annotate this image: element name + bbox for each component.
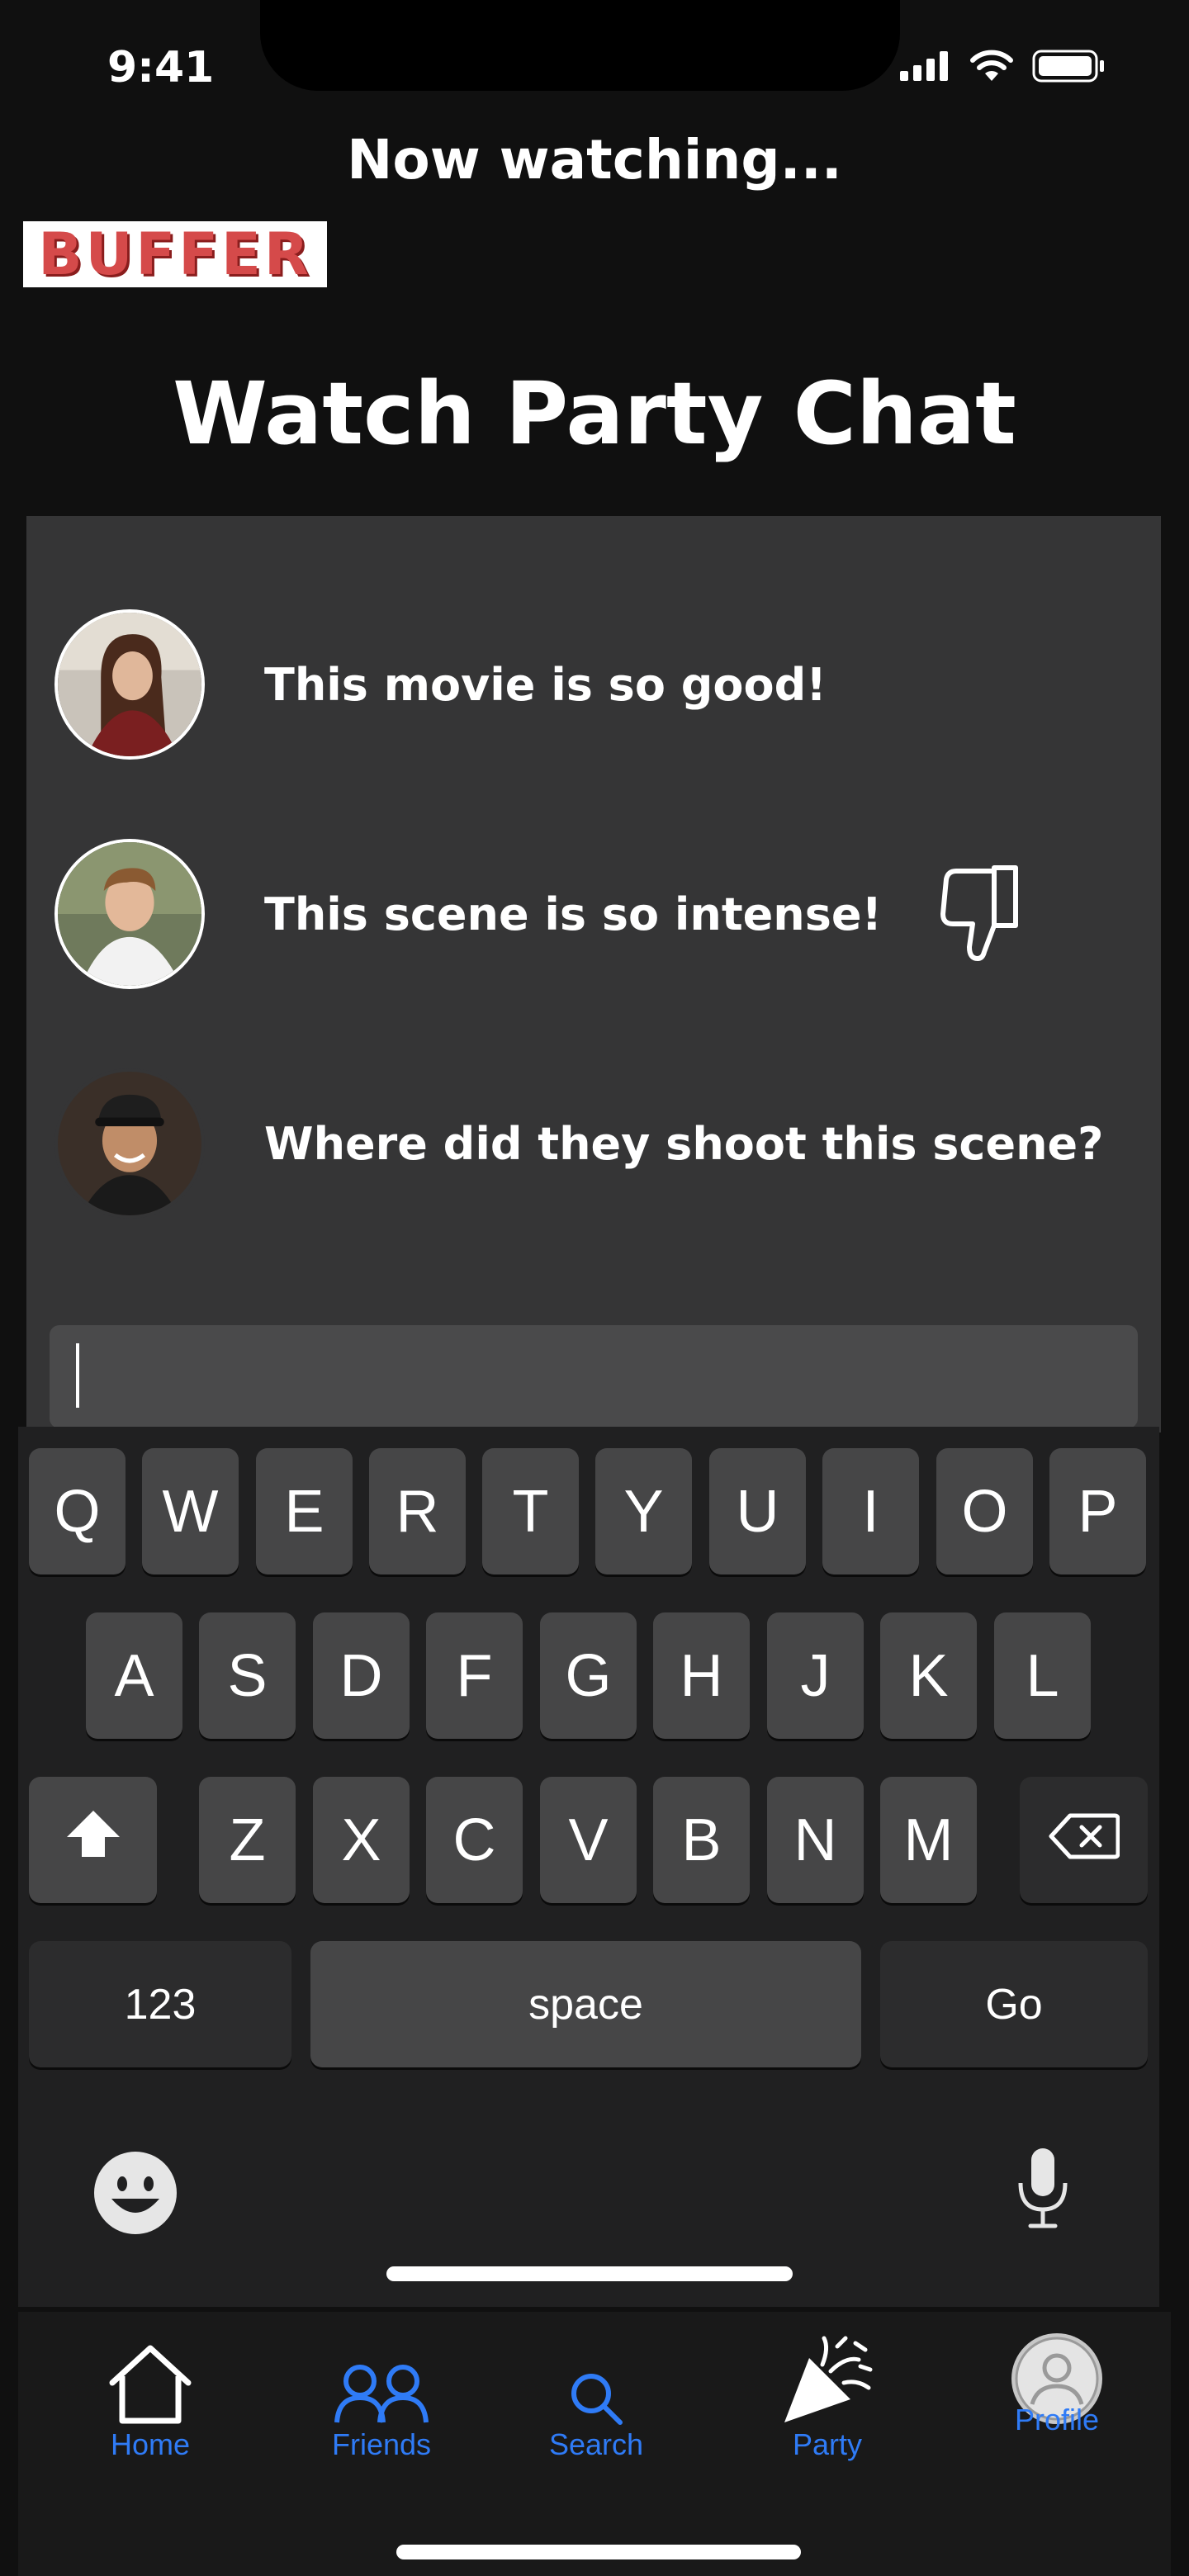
battery-icon bbox=[1032, 50, 1106, 86]
key-c[interactable]: C bbox=[426, 1777, 523, 1903]
key-n[interactable]: N bbox=[767, 1777, 864, 1903]
key-k[interactable]: K bbox=[880, 1612, 977, 1739]
key-t[interactable]: T bbox=[482, 1448, 579, 1574]
movie-logo[interactable]: BUFFER bbox=[23, 220, 327, 288]
key-r[interactable]: R bbox=[369, 1448, 466, 1574]
key-p[interactable]: P bbox=[1049, 1448, 1146, 1574]
key-q[interactable]: Q bbox=[29, 1448, 126, 1574]
page-title: Watch Party Chat bbox=[173, 363, 1016, 464]
chat-message: This movie is so good! bbox=[54, 609, 827, 760]
key-v[interactable]: V bbox=[540, 1777, 637, 1903]
search-icon bbox=[569, 2327, 623, 2426]
key-x[interactable]: X bbox=[313, 1777, 410, 1903]
numbers-key[interactable]: 123 bbox=[29, 1941, 291, 2067]
message-input[interactable] bbox=[50, 1325, 1138, 1428]
tab-label: Party bbox=[792, 2427, 863, 2461]
now-watching-label: Now watching... bbox=[347, 128, 842, 192]
key-f[interactable]: F bbox=[426, 1612, 523, 1739]
device-notch bbox=[260, 0, 900, 91]
key-d[interactable]: D bbox=[313, 1612, 410, 1739]
shift-key[interactable] bbox=[29, 1777, 157, 1903]
tab-profile[interactable]: Profile bbox=[974, 2327, 1139, 2437]
home-indicator bbox=[396, 2545, 801, 2559]
tab-search[interactable]: Search bbox=[514, 2327, 679, 2462]
key-s[interactable]: S bbox=[199, 1612, 296, 1739]
chat-message-text: This movie is so good! bbox=[264, 658, 827, 711]
thumbs-down-icon[interactable] bbox=[940, 861, 1026, 967]
tab-party[interactable]: Party bbox=[745, 2327, 910, 2462]
go-key[interactable]: Go bbox=[880, 1941, 1148, 2067]
avatar[interactable] bbox=[54, 609, 205, 760]
backspace-key[interactable] bbox=[1020, 1777, 1148, 1903]
status-bar: 9:41 bbox=[0, 0, 1189, 149]
tab-label: Profile bbox=[1014, 2403, 1100, 2436]
emoji-key[interactable] bbox=[93, 2151, 178, 2238]
party-popper-icon bbox=[779, 2327, 875, 2426]
avatar[interactable] bbox=[54, 1068, 205, 1219]
microphone-icon bbox=[1014, 2148, 1072, 2234]
tab-label: Search bbox=[548, 2427, 644, 2461]
tab-friends[interactable]: Friends bbox=[299, 2327, 464, 2462]
text-cursor bbox=[76, 1343, 79, 1408]
key-l[interactable]: L bbox=[994, 1612, 1091, 1739]
shift-arrow-icon bbox=[64, 1807, 123, 1874]
key-m[interactable]: M bbox=[880, 1777, 977, 1903]
key-z[interactable]: Z bbox=[199, 1777, 296, 1903]
chat-message-text: Where did they shoot this scene? bbox=[264, 1117, 1104, 1170]
key-w[interactable]: W bbox=[142, 1448, 239, 1574]
delete-backspace-icon bbox=[1049, 1807, 1120, 1874]
wifi-icon bbox=[969, 50, 1014, 86]
emoji-face-icon bbox=[93, 2152, 178, 2238]
key-u[interactable]: U bbox=[709, 1448, 806, 1574]
status-icons bbox=[900, 50, 1106, 86]
tab-label: Friends bbox=[331, 2427, 432, 2461]
tab-bar: Home Friends Search Party Profile bbox=[18, 2312, 1171, 2576]
key-g[interactable]: G bbox=[540, 1612, 637, 1739]
key-e[interactable]: E bbox=[256, 1448, 353, 1574]
key-i[interactable]: I bbox=[822, 1448, 919, 1574]
avatar[interactable] bbox=[54, 839, 205, 989]
dictation-key[interactable] bbox=[1014, 2145, 1072, 2234]
chat-message: This scene is so intense! bbox=[54, 839, 1026, 989]
key-y[interactable]: Y bbox=[595, 1448, 692, 1574]
key-a[interactable]: A bbox=[86, 1612, 182, 1739]
key-b[interactable]: B bbox=[653, 1777, 750, 1903]
status-time: 9:41 bbox=[107, 43, 215, 92]
cellular-signal-icon bbox=[900, 51, 951, 84]
key-h[interactable]: H bbox=[653, 1612, 750, 1739]
chat-message-text: This scene is so intense! bbox=[264, 888, 883, 940]
keyboard-home-indicator bbox=[386, 2266, 793, 2281]
key-o[interactable]: O bbox=[936, 1448, 1033, 1574]
home-icon bbox=[107, 2327, 193, 2426]
tab-label: Home bbox=[110, 2427, 191, 2461]
chat-message: Where did they shoot this scene? bbox=[54, 1068, 1103, 1219]
friends-icon bbox=[334, 2327, 429, 2426]
movie-logo-text: BUFFER bbox=[38, 220, 312, 288]
key-j[interactable]: J bbox=[767, 1612, 864, 1739]
space-key[interactable]: space bbox=[310, 1941, 861, 2067]
tab-home[interactable]: Home bbox=[68, 2327, 233, 2462]
